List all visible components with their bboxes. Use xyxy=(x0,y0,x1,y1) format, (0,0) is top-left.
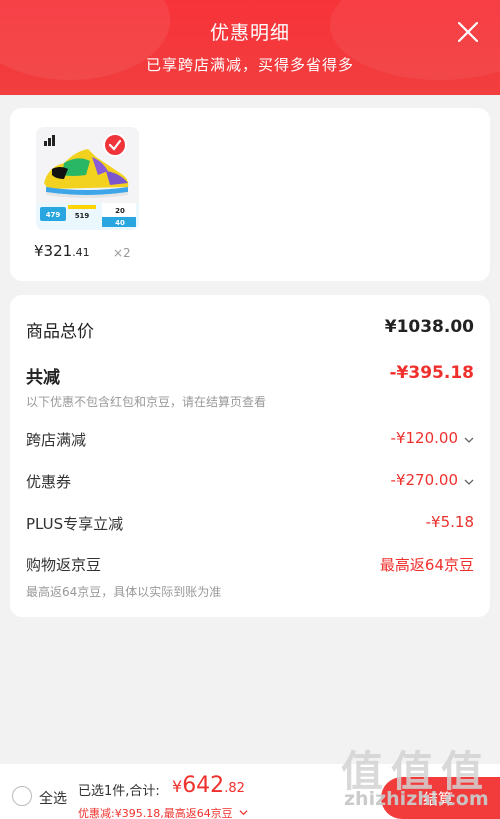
page-subtitle: 已享跨店满减，买得多省得多 xyxy=(145,56,354,74)
discount-detail-card: 商品总价 ¥1038.00 共减 -¥395.18 以下优惠不包含红包和京豆，请… xyxy=(10,295,490,617)
total-price-row: 商品总价 ¥1038.00 xyxy=(26,317,474,343)
product-price: ¥321.41 xyxy=(34,242,90,260)
coupon-label: 优惠券 xyxy=(26,473,72,491)
selected-summary: 已选1件,合计: xyxy=(78,784,160,799)
price-cents: .41 xyxy=(72,246,90,259)
plus-discount-row: PLUS专享立减 -¥5.18 xyxy=(26,513,474,539)
cross-store-value: -¥120.00 xyxy=(390,429,458,447)
badge-value: 479 xyxy=(46,211,61,219)
price-main: ¥321 xyxy=(34,242,73,260)
reduce-note: 以下优惠不包含红包和京豆，请在结算页查看 xyxy=(26,395,267,409)
badge-value: 519 xyxy=(75,212,90,220)
cross-store-row[interactable]: 跨店满减 -¥120.00 xyxy=(26,429,474,455)
total-reduce-value: -¥395.18 xyxy=(389,363,475,383)
total-reduce-row: 共减 -¥395.18 xyxy=(26,363,474,389)
discount-summary[interactable]: 优惠减:¥395.18,最高返64京豆 xyxy=(78,805,248,819)
cross-store-label: 跨店满减 xyxy=(26,431,87,449)
plus-discount-value: -¥5.18 xyxy=(425,513,474,531)
total-main: 642 xyxy=(182,773,225,798)
chevron-down-icon[interactable] xyxy=(464,435,474,445)
badge-value: 20 xyxy=(115,207,125,215)
total-symbol: ¥ xyxy=(172,777,183,796)
total-price-value: ¥1038.00 xyxy=(384,317,474,337)
plus-discount-label: PLUS专享立减 xyxy=(26,515,124,533)
coupon-row[interactable]: 优惠券 -¥270.00 xyxy=(26,471,474,497)
bean-label: 购物返京豆 xyxy=(26,556,102,574)
select-all-radio[interactable] xyxy=(12,786,32,806)
total-cents: .82 xyxy=(224,781,245,796)
bean-row: 购物返京豆 最高返64京豆 xyxy=(26,554,474,580)
discount-summary-text: 优惠减:¥395.18,最高返64京豆 xyxy=(78,807,233,819)
chevron-down-icon[interactable] xyxy=(464,477,474,487)
watermark: 值 值 值 zhizhizhi.com xyxy=(339,738,499,818)
bean-note: 最高返64京豆，具体以实际到账为准 xyxy=(26,585,222,599)
badge-value: 40 xyxy=(115,219,125,227)
close-icon[interactable] xyxy=(454,18,482,46)
selected-check-icon[interactable] xyxy=(103,133,127,157)
page-title: 优惠明细 xyxy=(209,22,290,44)
select-all-label[interactable]: 全选 xyxy=(39,788,67,808)
chevron-down-icon[interactable] xyxy=(239,808,248,817)
header-banner: 优惠明细 已享跨店满减，买得多省得多 xyxy=(0,0,500,95)
total-reduce-label: 共减 xyxy=(26,368,60,388)
total-price-label: 商品总价 xyxy=(26,322,94,342)
product-quantity: ×2 xyxy=(113,246,131,260)
coupon-value: -¥270.00 xyxy=(390,471,458,489)
total-amount: ¥642.82 xyxy=(172,773,245,798)
watermark-text: zhizhizhi.com xyxy=(344,788,489,810)
bean-value: 最高返64京豆 xyxy=(379,556,474,574)
